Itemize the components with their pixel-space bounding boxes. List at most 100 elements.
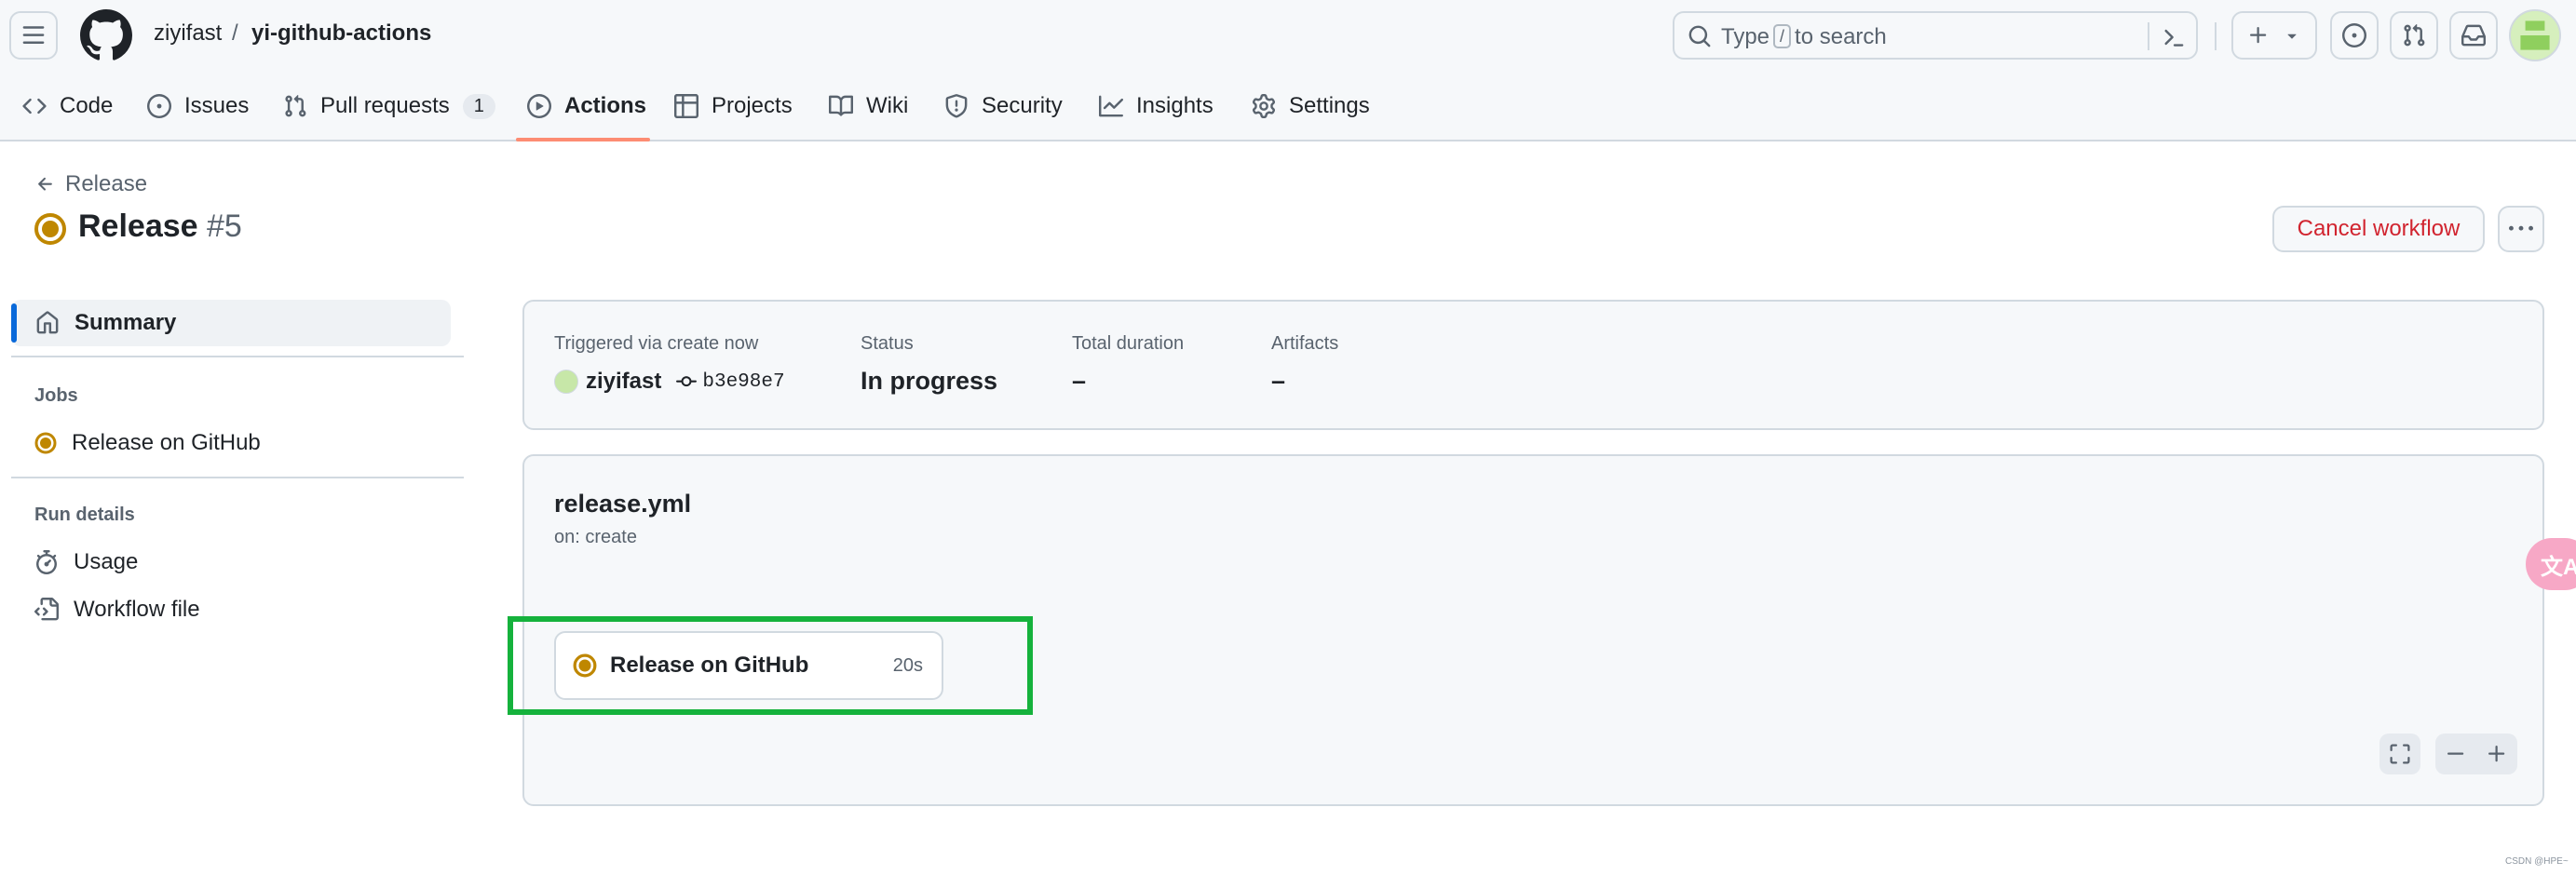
shield-icon <box>945 94 968 118</box>
pull-requests-counter: 1 <box>462 93 495 119</box>
github-logo-icon[interactable] <box>80 9 132 61</box>
sidebar-item-job-label: Release on GitHub <box>72 430 261 455</box>
more-options-button[interactable] <box>2498 206 2544 252</box>
tab-wiki-label: Wiki <box>866 93 909 118</box>
create-new-button[interactable] <box>2231 11 2317 60</box>
sidebar-item-job[interactable]: Release on GitHub <box>34 430 261 456</box>
sidebar-item-summary[interactable]: Summary <box>11 300 451 346</box>
commit-sha-link[interactable]: b3e98e7 <box>702 371 784 393</box>
page-title: Release #5 <box>78 209 242 245</box>
code-icon <box>22 98 47 114</box>
topbar-divider <box>2215 22 2217 50</box>
your-pull-requests-button[interactable] <box>2390 11 2438 60</box>
tab-pull-requests-label: Pull requests <box>320 93 450 118</box>
sidebar-divider <box>11 477 464 478</box>
search-icon <box>1688 25 1711 47</box>
active-tab-underline <box>516 138 650 141</box>
table-icon <box>674 94 698 118</box>
git-pull-request-icon <box>285 94 306 117</box>
issue-opened-icon <box>2342 23 2366 47</box>
sidebar-item-summary-label: Summary <box>75 310 177 335</box>
artifacts-label: Artifacts <box>1271 333 1339 354</box>
artifacts-value: – <box>1271 367 1286 395</box>
cancel-workflow-button[interactable]: Cancel workflow <box>2272 206 2485 252</box>
tab-code[interactable]: Code <box>22 71 113 141</box>
tab-settings-label: Settings <box>1289 93 1370 118</box>
issue-opened-icon <box>147 94 171 118</box>
breadcrumb-separator: / <box>232 20 238 46</box>
search-suffix-text: to search <box>1795 24 1887 49</box>
active-indicator <box>11 303 17 343</box>
kebab-horizontal-icon <box>2509 225 2533 231</box>
sidebar-item-usage-label: Usage <box>74 549 139 574</box>
tab-insights[interactable]: Insights <box>1099 71 1213 141</box>
arrow-left-icon <box>38 177 52 191</box>
search-input[interactable]: Type / to search <box>1673 11 2198 60</box>
fullscreen-button[interactable] <box>2379 734 2420 774</box>
status-label: Status <box>861 333 914 354</box>
command-palette-icon[interactable] <box>2161 25 2185 49</box>
plus-icon <box>2250 27 2267 44</box>
search-hotkey: / <box>1773 24 1792 48</box>
graph-icon <box>1099 95 1123 117</box>
play-icon <box>527 94 551 118</box>
open-menu-button[interactable] <box>9 11 58 60</box>
zoom-in-icon[interactable] <box>2486 743 2508 765</box>
tab-wiki[interactable]: Wiki <box>829 71 908 141</box>
search-prefix-text: Type <box>1721 24 1770 49</box>
breadcrumb-repo-link[interactable]: yi-github-actions <box>251 20 431 47</box>
stopwatch-icon <box>36 550 57 574</box>
sidebar-divider <box>11 356 464 357</box>
back-to-workflow-link[interactable]: Release <box>35 171 147 197</box>
identicon-icon <box>2511 11 2559 60</box>
translate-button[interactable]: 文A <box>2526 538 2576 590</box>
zoom-controls <box>2435 734 2517 774</box>
tab-issues[interactable]: Issues <box>147 71 249 141</box>
job-node-duration: 20s <box>892 654 923 676</box>
run-title-text: Release <box>78 209 198 244</box>
actor-avatar[interactable] <box>554 370 578 394</box>
back-link-label: Release <box>65 171 148 196</box>
status-value: In progress <box>861 367 998 395</box>
tab-settings[interactable]: Settings <box>1252 71 1370 141</box>
notifications-button[interactable] <box>2449 11 2498 60</box>
tab-projects[interactable]: Projects <box>674 71 793 141</box>
search-divider <box>2148 22 2149 50</box>
repository-nav: Code Issues Pull requests 1 Actions Proj… <box>0 71 2576 141</box>
in-progress-status-icon <box>34 432 57 454</box>
zoom-out-icon[interactable] <box>2445 743 2467 765</box>
tab-insights-label: Insights <box>1136 93 1213 118</box>
hamburger-icon <box>22 26 45 44</box>
app-header: ziyifast / yi-github-actions Type / to sea… <box>0 0 2576 141</box>
trigger-info: ziyifast b3e98e7 <box>554 369 785 395</box>
inbox-icon <box>2461 24 2486 47</box>
workflow-file-name: release.yml <box>554 490 692 518</box>
trigger-label: Triggered via create now <box>554 333 759 354</box>
workflow-graph-card: release.yml on: create Release on GitHub… <box>522 454 2544 806</box>
gear-icon <box>1252 94 1276 118</box>
job-node-name: Release on GitHub <box>610 653 809 678</box>
actor-link[interactable]: ziyifast <box>586 369 661 395</box>
git-commit-icon <box>676 376 698 387</box>
sidebar-item-usage[interactable]: Usage <box>34 549 138 575</box>
sidebar-item-workflow-file-label: Workflow file <box>74 597 200 622</box>
triangle-down-icon <box>2287 34 2297 39</box>
your-issues-button[interactable] <box>2330 11 2379 60</box>
tab-issues-label: Issues <box>184 93 250 118</box>
tab-security[interactable]: Security <box>944 71 1063 141</box>
file-code-icon <box>34 598 59 621</box>
tab-actions[interactable]: Actions <box>527 71 646 141</box>
job-node[interactable]: Release on GitHub 20s <box>554 631 943 700</box>
tab-actions-label: Actions <box>564 93 647 118</box>
tab-code-label: Code <box>60 93 114 118</box>
workflow-trigger: on: create <box>554 527 637 547</box>
user-avatar[interactable] <box>2509 9 2561 61</box>
run-summary-card: Triggered via create now ziyifast b3e98e… <box>522 300 2544 430</box>
global-topbar: ziyifast / yi-github-actions Type / to sea… <box>0 0 2576 71</box>
sidebar-item-workflow-file[interactable]: Workflow file <box>34 597 200 623</box>
breadcrumb-owner-link[interactable]: ziyifast <box>154 20 222 47</box>
run-number: #5 <box>207 209 242 244</box>
search-placeholder: Type / to search <box>1721 24 1887 50</box>
in-progress-status-icon <box>34 213 66 245</box>
tab-pull-requests[interactable]: Pull requests 1 <box>283 71 495 141</box>
